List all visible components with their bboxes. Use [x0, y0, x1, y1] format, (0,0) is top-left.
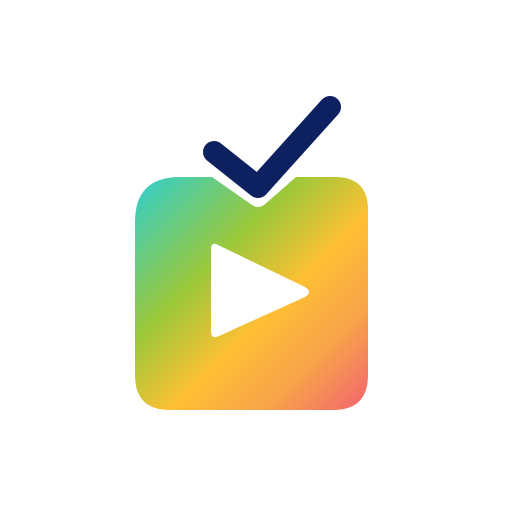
tv-checkmark-app-icon: [135, 96, 368, 410]
checkmark-icon: [203, 96, 341, 198]
app-icon-canvas: [0, 0, 512, 512]
